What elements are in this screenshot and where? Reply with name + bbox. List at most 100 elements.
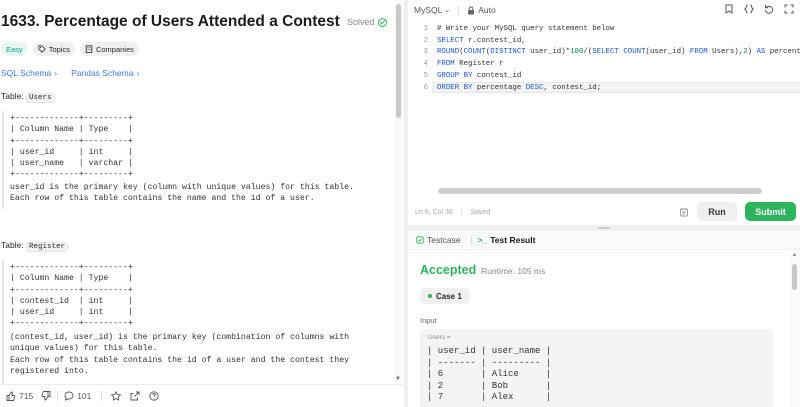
- share-icon: [130, 391, 140, 401]
- editor-horizontal-scrollbar[interactable]: [438, 188, 762, 194]
- like-count: 715: [19, 391, 34, 401]
- line-number: 4: [423, 60, 428, 69]
- scrollbar-thumb[interactable]: [396, 4, 401, 118]
- case-1-tab[interactable]: Case 1: [420, 288, 470, 304]
- scroll-up-icon[interactable]: ▲: [792, 252, 797, 258]
- companies-tag[interactable]: Companies: [79, 42, 139, 56]
- thumbs-up-icon: [6, 391, 16, 401]
- scroll-down-icon[interactable]: ▼: [395, 376, 401, 382]
- test-result-panel: Testcase >_ Test Result Accepted Runtime…: [408, 231, 800, 407]
- problem-tags: Easy Topics Companies: [1, 42, 139, 56]
- dislike-button[interactable]: [41, 391, 51, 401]
- users-table-label: Table: Users: [1, 91, 55, 103]
- editor-status: Ln 6, Col 38 | Saved: [415, 209, 490, 216]
- fullscreen-icon[interactable]: [784, 4, 794, 14]
- problem-title: 1633. Percentage of Users Attended a Con…: [1, 13, 340, 30]
- tab-testcase[interactable]: Testcase: [416, 235, 461, 245]
- result-tabs: Testcase >_ Test Result: [408, 231, 800, 250]
- table-label-prefix: Table:: [1, 240, 27, 250]
- chevron-right-icon: ›: [54, 68, 58, 78]
- line-number: 3: [423, 48, 428, 57]
- chevron-down-icon: ⌄: [444, 7, 451, 14]
- comments-button[interactable]: 101: [64, 391, 91, 401]
- scrollbar-thumb[interactable]: [792, 264, 797, 290]
- bookmark-icon[interactable]: [724, 4, 734, 14]
- code-text: ORDER BY percentage DESC, contest_id;: [437, 83, 602, 92]
- tab-test-result[interactable]: >_ Test Result: [478, 235, 536, 245]
- topics-label: Topics: [48, 44, 70, 54]
- problem-description: 1633. Percentage of Users Attended a Con…: [0, 0, 393, 384]
- check-circle-icon: [377, 17, 387, 27]
- comment-icon: [64, 391, 74, 401]
- lock-icon: [468, 6, 475, 14]
- line-number: 6: [423, 83, 428, 92]
- comment-count: 101: [77, 391, 92, 401]
- table-name-chip: Users: [26, 93, 55, 103]
- code-block-bar: [2, 111, 4, 209]
- pandas-schema-link[interactable]: Pandas Schema ›: [71, 68, 139, 78]
- topics-tag[interactable]: Topics: [32, 42, 75, 56]
- cursor-position: Ln 6, Col 38: [415, 209, 453, 216]
- tab-divider: [470, 235, 472, 245]
- tab-label: Test Result: [490, 235, 536, 245]
- language-select[interactable]: MySQL ⌄: [414, 5, 450, 15]
- description-scrollbar[interactable]: ▼: [394, 0, 404, 384]
- schema-links: SQL Schema › Pandas Schema ›: [1, 68, 139, 78]
- footer-divider: [101, 391, 103, 401]
- difficulty-tag[interactable]: Easy: [1, 42, 28, 56]
- thumbs-down-icon: [41, 391, 51, 401]
- editor-tools: [724, 4, 794, 14]
- pandas-schema-label: Pandas Schema: [71, 68, 134, 78]
- help-button[interactable]: [149, 391, 160, 401]
- description-footer: 715 101: [0, 384, 404, 407]
- like-button[interactable]: 715: [6, 391, 33, 401]
- reset-icon[interactable]: [764, 4, 774, 14]
- editor-toolbar: MySQL ⌄ Auto: [408, 0, 800, 20]
- braces-icon[interactable]: [744, 4, 754, 14]
- line-number: 5: [423, 71, 428, 80]
- difficulty-label: Easy: [6, 44, 23, 54]
- terminal-icon: >_: [477, 235, 488, 245]
- star-icon: [111, 391, 122, 401]
- language-label: MySQL: [414, 5, 443, 15]
- chevron-right-icon: ›: [136, 68, 140, 78]
- solved-status: Solved: [347, 17, 387, 27]
- result-scrollbar[interactable]: ▲: [790, 250, 800, 407]
- line-number: 2: [423, 36, 428, 45]
- sql-schema-label: SQL Schema: [1, 68, 52, 78]
- tab-label: Testcase: [427, 235, 461, 245]
- favorite-button[interactable]: [111, 391, 122, 401]
- submit-button[interactable]: Submit: [745, 202, 796, 221]
- resize-grip[interactable]: [598, 227, 610, 229]
- problem-panel: 1633. Percentage of Users Attended a Con…: [0, 0, 404, 407]
- code-editor-panel: MySQL ⌄ Auto 1 # Write your MySQL query …: [408, 0, 800, 225]
- run-button[interactable]: Run: [697, 202, 737, 221]
- checkbox-icon: [416, 236, 424, 244]
- register-description: (contest_id, user_id) is the primary key…: [10, 333, 350, 376]
- users-schema-block: +-------------+---------+ | Column Name …: [10, 114, 133, 180]
- input-box: Users = | user_id | user_name | | ------…: [420, 329, 774, 407]
- question-circle-icon: [149, 391, 160, 401]
- notes-icon[interactable]: [679, 207, 689, 217]
- editor-actions: Run Submit: [679, 202, 796, 221]
- input-label: Input: [420, 316, 437, 325]
- share-button[interactable]: [130, 391, 140, 401]
- footer-divider: [57, 391, 59, 401]
- code-text: GROUP BY contest_id: [437, 71, 522, 80]
- solved-label: Solved: [347, 17, 375, 27]
- users-description: user_id is the primary key (column with …: [10, 183, 354, 204]
- mode-label: Auto: [478, 5, 496, 15]
- input-table: | user_id | user_name | | ------- | ----…: [427, 346, 552, 403]
- code-text: # Write your MySQL query statement below: [437, 25, 615, 33]
- code-block-bar: [2, 260, 4, 384]
- save-state: Saved: [470, 209, 491, 216]
- table-label-prefix: Table:: [1, 91, 27, 101]
- register-schema-block: +-------------+---------+ | Column Name …: [10, 263, 133, 329]
- register-table-label: Table: Register: [1, 240, 69, 252]
- sql-schema-link[interactable]: SQL Schema ›: [1, 68, 57, 78]
- verdict: Accepted: [420, 263, 477, 277]
- status-divider: |: [460, 209, 463, 216]
- auto-mode-toggle[interactable]: Auto: [467, 5, 496, 15]
- case-label: Case 1: [436, 291, 462, 301]
- code-text: ROUND(COUNT(DISTINCT user_id)*100/(SELEC…: [437, 48, 800, 57]
